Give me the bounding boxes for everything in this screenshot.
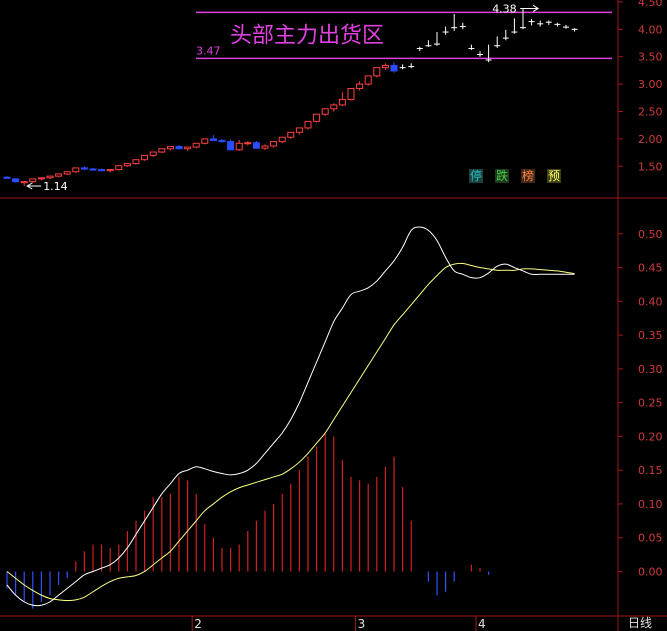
candle-body xyxy=(46,175,54,179)
price-tick-label: 1.50 xyxy=(638,160,663,173)
candle-body xyxy=(123,163,131,167)
macd-tick-label: 0.30 xyxy=(638,363,663,376)
candle xyxy=(115,165,123,171)
candle-body xyxy=(295,127,303,133)
candle-body xyxy=(227,141,235,151)
period-type-label[interactable]: 日线 xyxy=(628,616,652,630)
signal-badge[interactable]: 预 xyxy=(548,169,560,183)
candle-body xyxy=(20,181,28,184)
candle-body xyxy=(278,136,286,143)
macd-tick-label: 0.05 xyxy=(638,532,663,545)
price-tick-label: 3.50 xyxy=(638,51,663,64)
candle-body xyxy=(115,165,123,171)
candle-body xyxy=(158,148,166,153)
high-price-label: 4.38 xyxy=(492,2,517,15)
macd-tick-label: 0.15 xyxy=(638,464,663,477)
price-tick-label: 4.00 xyxy=(638,23,663,36)
period-label: 3 xyxy=(358,617,366,631)
candle-body xyxy=(37,177,45,180)
candle-body xyxy=(29,178,37,183)
macd-tick-label: 0.10 xyxy=(638,498,663,511)
candle-body xyxy=(72,167,80,173)
candle-body xyxy=(244,142,252,145)
candle xyxy=(72,167,80,173)
candle-body xyxy=(313,113,321,122)
candle-body xyxy=(304,120,312,129)
macd-tick-label: 0.45 xyxy=(638,262,663,275)
candle xyxy=(373,67,381,78)
signal-badge[interactable]: 榜 xyxy=(522,168,534,183)
candle-body xyxy=(330,104,338,110)
candle-body xyxy=(106,169,114,172)
macd-tick-label: 0.20 xyxy=(638,430,663,443)
macd-tick-label: 0.25 xyxy=(638,397,663,410)
candle xyxy=(192,142,200,149)
candle-body xyxy=(364,75,372,85)
candle xyxy=(364,75,372,86)
candle-body xyxy=(192,142,200,148)
candle-body xyxy=(63,171,71,175)
candle-body xyxy=(270,141,278,147)
candle xyxy=(201,138,209,145)
candle-body xyxy=(252,142,260,149)
candle-body xyxy=(209,138,217,142)
candle-body xyxy=(132,159,140,165)
candle-body xyxy=(89,168,97,171)
candle-body xyxy=(321,108,329,115)
candle-body xyxy=(149,151,157,156)
candle-body xyxy=(184,146,192,150)
candle-body xyxy=(218,140,226,143)
macd-tick-label: 0.00 xyxy=(638,565,663,578)
candle-body xyxy=(381,64,389,69)
candle-body xyxy=(356,83,364,89)
candle-body xyxy=(347,87,355,100)
price-tick-label: 2.00 xyxy=(638,133,663,146)
candle-body xyxy=(55,173,63,177)
candle-body xyxy=(141,154,149,161)
candle xyxy=(12,178,20,183)
macd-tick-label: 0.35 xyxy=(638,329,663,342)
candle-body xyxy=(3,176,11,179)
candle-body xyxy=(235,142,243,151)
macd-tick-label: 0.40 xyxy=(638,295,663,308)
candle-body xyxy=(373,67,381,77)
candle-body xyxy=(390,64,398,72)
candle xyxy=(304,120,312,130)
zone-low-label: 3.47 xyxy=(196,44,221,57)
candle-body xyxy=(175,146,183,150)
candle-body xyxy=(261,145,269,149)
candle-body xyxy=(98,169,106,172)
candle-body xyxy=(80,167,88,170)
candle-body xyxy=(287,131,295,138)
candle-body xyxy=(201,138,209,144)
price-tick-label: 4.50 xyxy=(638,0,663,9)
candle xyxy=(141,154,149,161)
period-label: 4 xyxy=(478,617,486,631)
price-tick-label: 3.00 xyxy=(638,78,663,91)
price-tick-label: 2.50 xyxy=(638,105,663,118)
signal-badge[interactable]: 停 xyxy=(470,168,482,183)
zone-title: 头部主力出货区 xyxy=(230,23,384,48)
candle xyxy=(313,113,321,123)
candle xyxy=(347,87,355,101)
low-price-label: 1.14 xyxy=(43,180,67,193)
candle-body xyxy=(338,98,346,106)
candle-body xyxy=(166,146,174,150)
candle-body xyxy=(12,178,20,183)
stock-chart[interactable]: 1.50 2.00 2.50 3.00 3.50 4.00 4.50 0.00 0.05 0.1… xyxy=(0,0,667,631)
candle xyxy=(158,148,166,154)
macd-tick-label: 0.50 xyxy=(638,228,663,241)
signal-badge[interactable]: 跌 xyxy=(496,168,508,183)
candle xyxy=(132,159,140,165)
period-label: 2 xyxy=(194,617,202,631)
